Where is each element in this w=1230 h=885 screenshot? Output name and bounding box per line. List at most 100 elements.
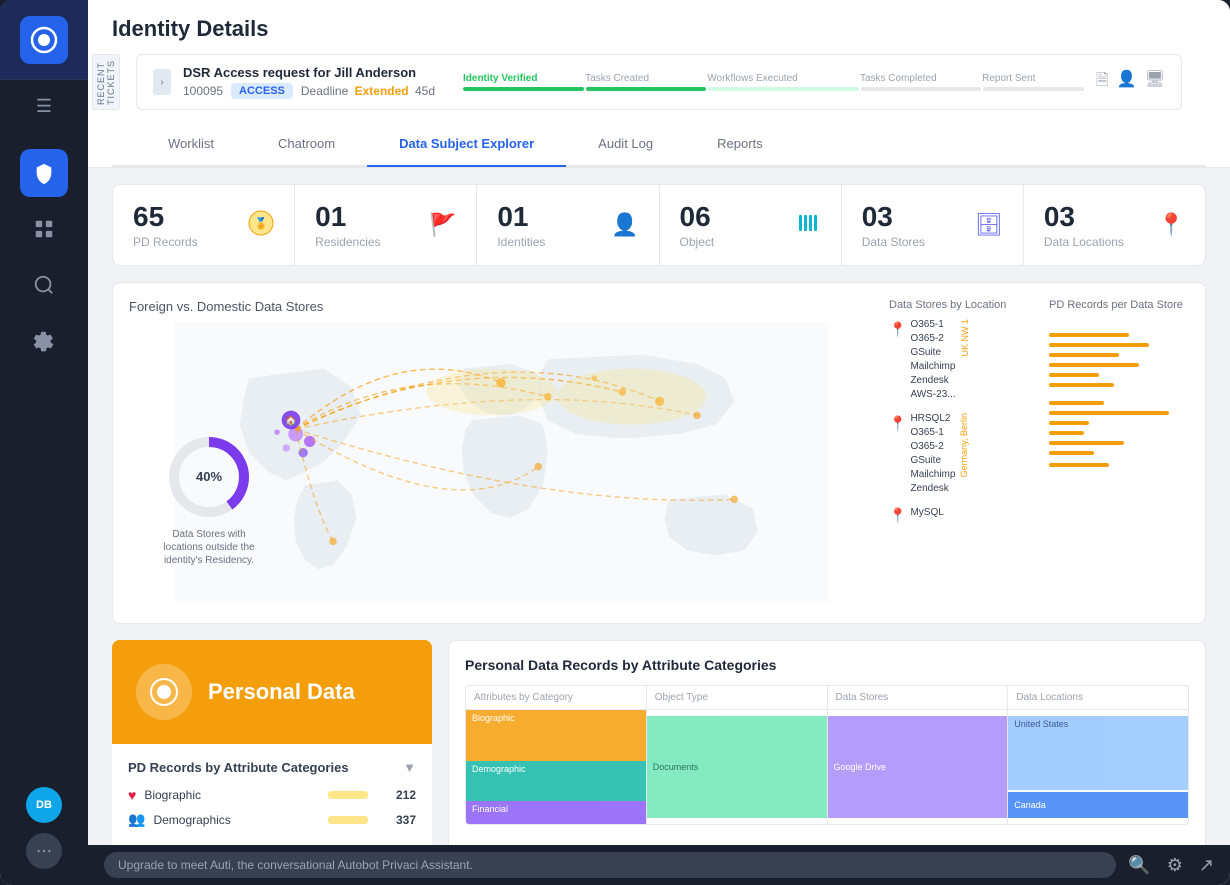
tab-data-subject-explorer[interactable]: Data Subject Explorer [367, 122, 566, 167]
pd-header: Personal Data [112, 640, 432, 744]
stat-icon-res: 🚩 [429, 212, 456, 238]
stat-number-dl: 03 Data Locations [1044, 201, 1124, 249]
filter-icon[interactable]: ⚙ [1167, 855, 1183, 876]
logo-container [0, 0, 88, 80]
bar-uk-1 [1049, 333, 1129, 337]
stat-data-locations: 03 Data Locations 📍 [1024, 185, 1205, 265]
ticket-collapse[interactable]: › [153, 69, 171, 95]
donut-chart: 40% Data Stores with locations outside t… [159, 432, 259, 567]
stat-pd-records: 65 PD Records 🏅 [113, 185, 295, 265]
progress-bar-1 [463, 87, 584, 91]
svg-text:40%: 40% [196, 469, 222, 484]
svg-text:🏅: 🏅 [254, 217, 268, 230]
ticket-actions: 🗎 👤 🖥 [1096, 69, 1165, 96]
user-avatar[interactable]: DB [26, 787, 62, 823]
step-report-sent: Report Sent [982, 73, 1035, 84]
demo-segment: Demographic [466, 761, 646, 801]
stat-icon-pd: 🏅 [248, 210, 274, 241]
pd-dropdown-icon[interactable]: ▼ [403, 760, 416, 775]
stat-number-obj: 06 Object [680, 201, 715, 249]
stat-number-ds: 03 Data Stores [862, 201, 925, 249]
step-workflows: Workflows Executed [707, 73, 797, 84]
ticket-icon-doc[interactable]: 🗎 [1096, 69, 1109, 96]
bar-uk-6 [1049, 383, 1114, 387]
canada-segment: Canada [1008, 792, 1188, 818]
sidebar-item-search[interactable] [20, 261, 68, 309]
sidebar-item-shield[interactable] [20, 149, 68, 197]
attr-bars: Biographic Demographic Financial [466, 710, 646, 824]
col-data-stores: Data Stores Google Drive [828, 686, 1009, 824]
chat-upgrade[interactable]: Upgrade to meet Auti, the conversational… [104, 852, 1116, 878]
bar-uk-3 [1049, 353, 1119, 357]
stat-identities: 01 Identities 👤 [477, 185, 659, 265]
bars-mysql [1049, 463, 1189, 467]
pd-body: PD Records by Attribute Categories ▼ ♥ B… [112, 744, 432, 845]
pd-section-title: PD Records by Attribute Categories ▼ [128, 760, 416, 775]
bar-ger-3 [1049, 421, 1089, 425]
bar-ger-6 [1049, 451, 1094, 455]
sidebar-item-grid[interactable] [20, 205, 68, 253]
sankey-chart: Attributes by Category Biographic Demogr… [465, 685, 1189, 825]
ds-items-germany: HRSQL2 O365-1 O365-2 GSuite Mailchimp Ze… [910, 413, 955, 497]
bio-bar [328, 791, 368, 799]
recent-tickets-tab[interactable]: RECENT TICKETS [92, 54, 120, 110]
pd-attr-demographics: 👥 Demographics 337 [128, 811, 416, 828]
stat-number-pd: 65 PD Records [133, 201, 198, 249]
gdrive-segment: Google Drive [828, 716, 1008, 819]
sidebar-nav [20, 133, 68, 787]
ticket-icon-person[interactable]: 👤 [1117, 69, 1137, 96]
sidebar-item-settings[interactable] [20, 317, 68, 365]
demo-bar [328, 816, 368, 824]
nav-tabs: Worklist Chatroom Data Subject Explorer … [112, 122, 1206, 167]
tab-audit-log[interactable]: Audit Log [566, 122, 685, 167]
tab-reports[interactable]: Reports [685, 122, 795, 167]
page-title: Identity Details [112, 16, 1206, 42]
expand-icon[interactable]: ↗ [1199, 855, 1214, 876]
col-attributes: Attributes by Category Biographic Demogr… [466, 686, 647, 824]
ticket-icon-screen[interactable]: 🖥 [1145, 69, 1165, 96]
tab-worklist[interactable]: Worklist [136, 122, 246, 167]
progress-bar-5 [983, 87, 1083, 91]
hamburger-menu[interactable]: ☰ [0, 80, 88, 133]
ds-bars: Google Drive [828, 710, 1008, 824]
stat-object: 06 Object [660, 185, 842, 265]
stats-row: 65 PD Records 🏅 01 Residencies 🚩 [112, 184, 1206, 266]
bars-germany [1049, 401, 1189, 455]
stat-data-stores: 03 Data Stores 🗄 [842, 185, 1024, 265]
main-content: Identity Details RECENT TICKETS › DSR Ac… [88, 0, 1230, 885]
location-label-germany: Germany, Berlin [959, 413, 969, 477]
tab-chatroom[interactable]: Chatroom [246, 122, 367, 167]
stat-number-id: 01 Identities [497, 201, 545, 249]
heart-icon: ♥ [128, 787, 136, 803]
pd-icon [136, 664, 192, 720]
stat-icon-id: 👤 [611, 212, 638, 238]
search-bottom-icon[interactable]: 🔍 [1128, 855, 1150, 876]
pin-uk: 📍 [889, 321, 906, 338]
logo [20, 16, 68, 64]
col-object-type: Object Type Documents [647, 686, 828, 824]
more-options[interactable]: ⋯ [26, 833, 62, 869]
us-segment: United States [1008, 716, 1188, 790]
sidebar: ☰ DB ⋯ [0, 0, 88, 885]
bar-uk-5 [1049, 373, 1099, 377]
step-identity-verified: Identity Verified [463, 73, 537, 84]
ticket-banner: › DSR Access request for Jill Anderson 1… [136, 54, 1182, 110]
bottom-section: Personal Data PD Records by Attribute Ca… [112, 640, 1206, 845]
map-container: Foreign vs. Domestic Data Stores [129, 299, 873, 607]
dashboard-body: 65 PD Records 🏅 01 Residencies 🚩 [88, 168, 1230, 845]
ds-group-mysql: 📍 MySQL [889, 507, 1029, 524]
stat-residencies: 01 Residencies 🚩 [295, 185, 477, 265]
fin-segment: Financial [466, 801, 646, 824]
stat-icon-ds: 🗄 [975, 212, 1003, 238]
obj-bars: Documents [647, 710, 827, 824]
pin-germany: 📍 [889, 415, 906, 432]
bar-ger-1 [1049, 401, 1104, 405]
loc-bars: United States Canada [1008, 710, 1188, 824]
location-label-uk: UK NW 1 [960, 319, 970, 357]
ds-items-uk: O365-1 O365-2 GSuite Mailchimp Zendesk A… [910, 319, 955, 403]
pin-mysql: 📍 [889, 507, 906, 524]
pd-bars-col: PD Records per Data Store [1049, 299, 1189, 524]
ds-names-col: Data Stores by Location 📍 O365-1 O365-2 … [889, 299, 1029, 524]
progress-bar-2 [586, 87, 707, 91]
ds-group-uk: 📍 O365-1 O365-2 GSuite Mailchimp Zendesk… [889, 319, 1029, 403]
